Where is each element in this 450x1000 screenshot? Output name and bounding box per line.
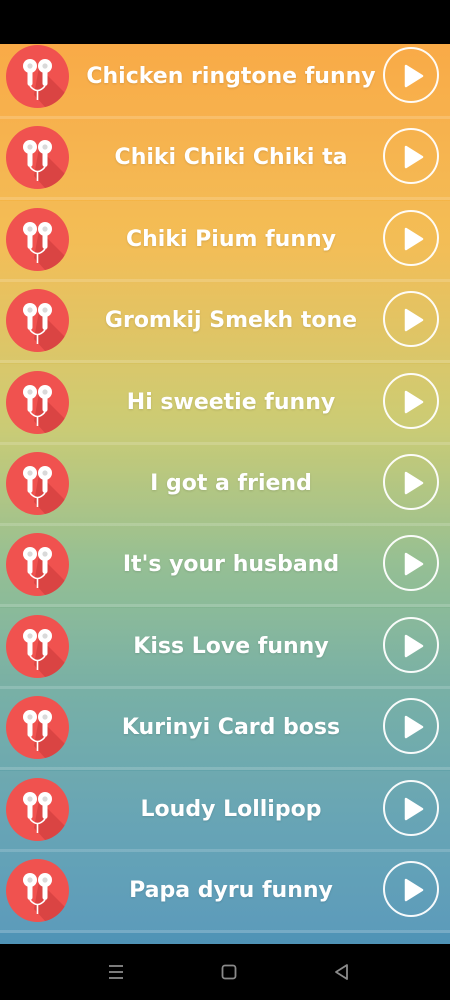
earbuds-icon — [6, 45, 69, 108]
play-icon — [404, 878, 424, 902]
play-button[interactable] — [383, 698, 439, 755]
play-button[interactable] — [383, 616, 439, 673]
ringtone-row[interactable]: Chiki Pium funny — [0, 200, 450, 279]
play-button[interactable] — [383, 535, 439, 592]
earbuds-icon — [6, 207, 69, 271]
earbuds-icon — [6, 452, 69, 515]
ringtone-list[interactable]: Chicken ringtone funny Chiki Chiki Chiki … — [0, 44, 450, 944]
ringtone-row[interactable]: Loudy Lollipop — [0, 770, 450, 849]
play-button[interactable] — [383, 372, 439, 429]
ringtone-row[interactable]: I got a friend — [0, 445, 450, 523]
play-icon — [404, 797, 424, 820]
ringtone-title: I got a friend — [150, 471, 312, 496]
earbuds-icon — [6, 533, 69, 597]
play-icon — [404, 471, 424, 495]
play-button[interactable] — [383, 209, 439, 266]
earbuds-icon — [6, 859, 69, 922]
play-button[interactable] — [383, 291, 439, 348]
ringtone-row[interactable]: Gromkij Smekh tone — [0, 282, 450, 361]
back-triangle-icon[interactable] — [328, 958, 356, 986]
earbuds-icon — [6, 614, 69, 678]
ringtone-title: Gromkij Smekh tone — [104, 308, 358, 334]
play-icon — [404, 715, 424, 739]
play-button[interactable] — [383, 861, 439, 917]
ringtone-title: Papa dyru funny — [129, 878, 333, 903]
play-icon — [404, 390, 424, 413]
ringtone-title: Chiki Chiki Chiki ta — [114, 145, 348, 171]
play-icon — [404, 634, 424, 658]
ringtone-row[interactable]: Papa dyru funny — [0, 852, 450, 930]
earbuds-icon — [6, 370, 69, 434]
ringtone-title: Chiki Pium funny — [126, 226, 336, 252]
menu-icon[interactable] — [102, 958, 130, 986]
ringtone-title: Chicken ringtone funny — [86, 64, 376, 89]
ringtone-row[interactable]: Chicken ringtone funny — [0, 44, 450, 116]
row-divider — [0, 930, 450, 933]
earbuds-icon — [6, 126, 69, 190]
play-icon — [404, 64, 424, 88]
ringtone-row[interactable]: Kiss Love funny — [0, 607, 450, 686]
navigation-bar — [0, 944, 450, 1000]
play-icon — [404, 553, 424, 576]
status-bar — [0, 0, 450, 44]
play-icon — [404, 308, 424, 332]
play-icon — [404, 227, 424, 251]
ringtone-title: It's your husband — [122, 552, 340, 578]
ringtone-row[interactable]: Hi sweetie funny — [0, 363, 450, 442]
play-button[interactable] — [383, 779, 439, 836]
ringtone-title: Kiss Love funny — [133, 633, 329, 659]
play-icon — [404, 146, 424, 169]
ringtone-title: Loudy Lollipop — [140, 796, 322, 822]
play-button[interactable] — [383, 454, 439, 510]
earbuds-icon — [6, 696, 69, 760]
ringtone-row[interactable]: Kurinyi Card boss — [0, 689, 450, 768]
earbuds-icon — [6, 289, 69, 353]
play-button[interactable] — [383, 47, 439, 103]
ringtone-title: Kurinyi Card boss — [121, 715, 341, 741]
ringtone-row[interactable]: It's your husband — [0, 526, 450, 605]
earbuds-icon — [6, 777, 69, 841]
home-square-icon[interactable] — [215, 958, 243, 986]
ringtone-row[interactable]: Chiki Chiki Chiki ta — [0, 119, 450, 198]
ringtone-title: Hi sweetie funny — [126, 389, 336, 415]
play-button[interactable] — [383, 128, 439, 185]
